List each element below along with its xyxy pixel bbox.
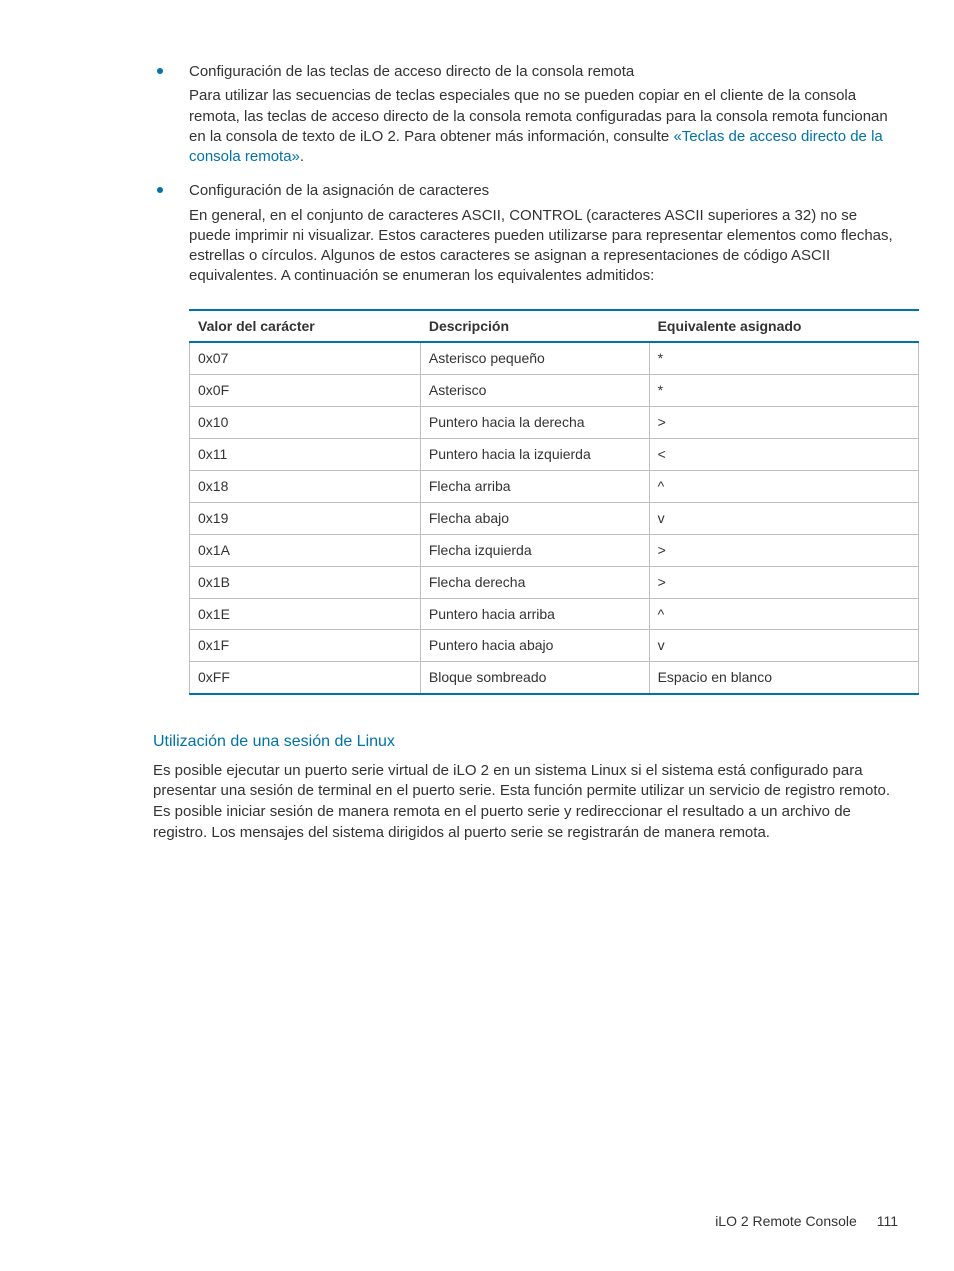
cell-value: 0x1F bbox=[190, 630, 421, 662]
cell-equiv: > bbox=[649, 407, 918, 439]
bullet-dot-icon bbox=[157, 68, 163, 74]
table-row: 0x1AFlecha izquierda> bbox=[190, 534, 919, 566]
page-content: Configuración de las teclas de acceso di… bbox=[0, 0, 954, 844]
table-body: 0x07Asterisco pequeño*0x0FAsterisco*0x10… bbox=[190, 342, 919, 694]
cell-equiv: > bbox=[649, 534, 918, 566]
cell-equiv: * bbox=[649, 375, 918, 407]
section-heading-linux: Utilización de una sesión de Linux bbox=[153, 731, 898, 753]
table-row: 0x1FPuntero hacia abajov bbox=[190, 630, 919, 662]
body-text-after: . bbox=[300, 148, 304, 165]
bullet-dot-icon bbox=[157, 187, 163, 193]
col-header-desc: Descripción bbox=[420, 310, 649, 343]
cell-equiv: ^ bbox=[649, 470, 918, 502]
cell-equiv: > bbox=[649, 566, 918, 598]
cell-value: 0x18 bbox=[190, 470, 421, 502]
table-row: 0x11Puntero hacia la izquierda< bbox=[190, 439, 919, 471]
cell-value: 0xFF bbox=[190, 662, 421, 694]
table-row: 0xFFBloque sombreadoEspacio en blanco bbox=[190, 662, 919, 694]
char-table: Valor del carácter Descripción Equivalen… bbox=[189, 309, 919, 696]
cell-desc: Flecha derecha bbox=[420, 566, 649, 598]
cell-equiv: ^ bbox=[649, 598, 918, 630]
cell-desc: Flecha abajo bbox=[420, 502, 649, 534]
cell-desc: Asterisco pequeño bbox=[420, 342, 649, 374]
bullet-item-charmap: Configuración de la asignación de caract… bbox=[153, 181, 898, 695]
cell-equiv: * bbox=[649, 342, 918, 374]
cell-equiv: v bbox=[649, 502, 918, 534]
cell-equiv: < bbox=[649, 439, 918, 471]
cell-value: 0x11 bbox=[190, 439, 421, 471]
cell-desc: Puntero hacia abajo bbox=[420, 630, 649, 662]
col-header-value: Valor del carácter bbox=[190, 310, 421, 343]
col-header-equiv: Equivalente asignado bbox=[649, 310, 918, 343]
table-row: 0x0FAsterisco* bbox=[190, 375, 919, 407]
cell-value: 0x19 bbox=[190, 502, 421, 534]
table-row: 0x1EPuntero hacia arriba^ bbox=[190, 598, 919, 630]
section-body-linux: Es posible ejecutar un puerto serie virt… bbox=[153, 761, 898, 844]
cell-value: 0x1E bbox=[190, 598, 421, 630]
table-row: 0x10Puntero hacia la derecha> bbox=[190, 407, 919, 439]
bullet-title: Configuración de las teclas de acceso di… bbox=[189, 62, 898, 82]
cell-value: 0x10 bbox=[190, 407, 421, 439]
bullet-body: Para utilizar las secuencias de teclas e… bbox=[189, 86, 898, 167]
footer-title: iLO 2 Remote Console bbox=[715, 1212, 857, 1231]
page-footer: iLO 2 Remote Console 111 bbox=[715, 1212, 898, 1231]
table-row: 0x07Asterisco pequeño* bbox=[190, 342, 919, 374]
table-row: 0x18Flecha arriba^ bbox=[190, 470, 919, 502]
bullet-title: Configuración de la asignación de caract… bbox=[189, 181, 898, 201]
cell-value: 0x07 bbox=[190, 342, 421, 374]
footer-page-number: 111 bbox=[877, 1212, 898, 1231]
cell-desc: Puntero hacia la derecha bbox=[420, 407, 649, 439]
table-row: 0x19Flecha abajov bbox=[190, 502, 919, 534]
bullet-item-hotkeys: Configuración de las teclas de acceso di… bbox=[153, 62, 898, 167]
cell-equiv: Espacio en blanco bbox=[649, 662, 918, 694]
cell-desc: Asterisco bbox=[420, 375, 649, 407]
table-row: 0x1BFlecha derecha> bbox=[190, 566, 919, 598]
cell-equiv: v bbox=[649, 630, 918, 662]
cell-desc: Puntero hacia la izquierda bbox=[420, 439, 649, 471]
cell-desc: Flecha arriba bbox=[420, 470, 649, 502]
cell-desc: Puntero hacia arriba bbox=[420, 598, 649, 630]
cell-desc: Flecha izquierda bbox=[420, 534, 649, 566]
table-header-row: Valor del carácter Descripción Equivalen… bbox=[190, 310, 919, 343]
bullet-body: En general, en el conjunto de caracteres… bbox=[189, 206, 898, 287]
bullet-list: Configuración de las teclas de acceso di… bbox=[153, 62, 898, 695]
cell-value: 0x0F bbox=[190, 375, 421, 407]
body-text: En general, en el conjunto de caracteres… bbox=[189, 207, 893, 285]
cell-value: 0x1A bbox=[190, 534, 421, 566]
cell-desc: Bloque sombreado bbox=[420, 662, 649, 694]
cell-value: 0x1B bbox=[190, 566, 421, 598]
